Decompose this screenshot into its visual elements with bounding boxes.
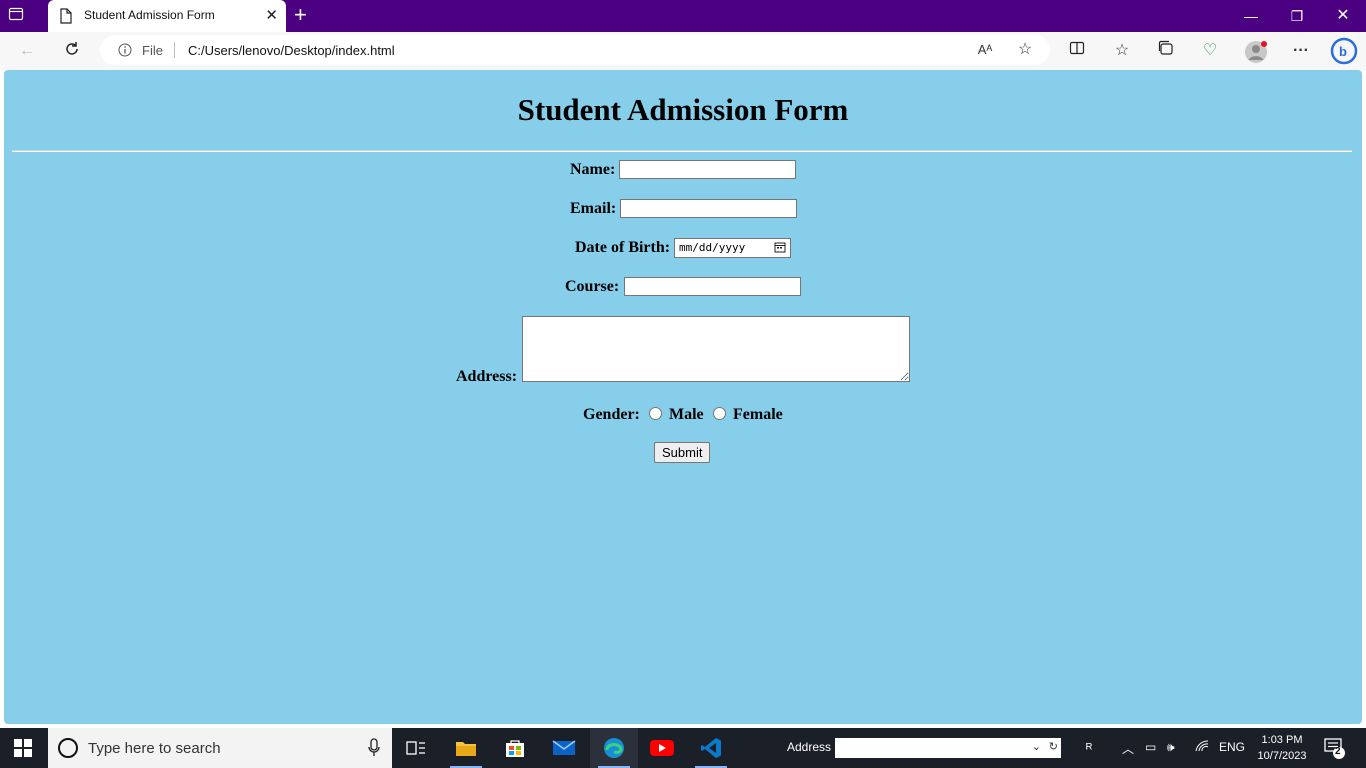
cortana-icon[interactable] <box>58 738 78 758</box>
people-icon[interactable]: ᴿ <box>1086 740 1092 756</box>
dob-placeholder: mm/dd/yyyy <box>679 241 746 254</box>
horizontal-divider <box>12 150 1352 152</box>
tab-actions-icon[interactable] <box>8 6 40 26</box>
email-input[interactable] <box>620 199 797 218</box>
clock-time: 1:03 PM <box>1261 734 1303 746</box>
email-label: Email: <box>570 200 617 217</box>
address-textarea[interactable] <box>522 316 910 382</box>
taskbar-search-placeholder: Type here to search <box>88 740 221 757</box>
info-icon[interactable] <box>118 43 132 62</box>
network-icon[interactable] <box>1195 740 1209 755</box>
windows-taskbar: Type here to search Address ⌄ ↻ ᴿ ︿ ▭ 🕪 … <box>0 728 1366 768</box>
tab-title: Student Admission Form <box>84 8 215 22</box>
minimize-icon[interactable]: — <box>1228 0 1274 32</box>
course-label: Course: <box>565 278 620 295</box>
show-hidden-icons-chevron-icon[interactable]: ︿ <box>1122 740 1134 757</box>
language-indicator[interactable]: ENG <box>1219 740 1245 754</box>
vscode-icon[interactable] <box>687 728 735 768</box>
taskbar-address-input[interactable]: ⌄ ↻ <box>835 738 1061 758</box>
page-icon <box>60 8 72 29</box>
youtube-icon[interactable] <box>638 728 686 768</box>
close-tab-icon[interactable]: ✕ <box>265 6 278 24</box>
url-text[interactable]: C:/Users/lenovo/Desktop/index.html <box>188 43 395 58</box>
mail-icon[interactable] <box>540 728 588 768</box>
notification-count-badge: 2 <box>1335 746 1341 757</box>
battery-icon[interactable]: ▭ <box>1145 740 1156 754</box>
address-refresh-icon[interactable]: ↻ <box>1049 740 1058 753</box>
back-icon[interactable]: ← <box>16 40 38 62</box>
window-close-icon[interactable]: ✕ <box>1320 0 1366 32</box>
course-input[interactable] <box>624 277 801 296</box>
page-title: Student Admission Form <box>517 92 849 127</box>
male-label: Male <box>669 406 704 423</box>
bing-copilot-icon[interactable]: b <box>1330 37 1358 65</box>
more-options-icon[interactable]: ··· <box>1290 40 1312 62</box>
notification-center-icon[interactable]: 2 <box>1324 737 1346 762</box>
microphone-icon[interactable] <box>368 738 380 763</box>
page-content: Student Admission Form Name: Email: Date… <box>4 70 1362 724</box>
favorites-icon[interactable]: ☆ <box>1111 40 1133 62</box>
name-label: Name: <box>570 161 616 178</box>
calendar-icon[interactable] <box>774 241 786 259</box>
clock-date: 10/7/2023 <box>1257 750 1307 762</box>
restore-icon[interactable]: ❐ <box>1274 0 1320 32</box>
browser-titlebar: Student Admission Form ✕ + — ❐ ✕ <box>0 0 1366 32</box>
gender-label: Gender: <box>583 406 640 423</box>
dob-input[interactable]: mm/dd/yyyy <box>674 238 791 258</box>
volume-icon[interactable]: 🕪 <box>1167 740 1175 755</box>
edge-browser-icon[interactable] <box>590 728 638 768</box>
taskbar-clock[interactable]: 1:03 PM 10/7/2023 <box>1254 732 1310 764</box>
name-input[interactable] <box>619 160 796 179</box>
browser-tab[interactable]: Student Admission Form ✕ <box>48 0 286 32</box>
address-label: Address: <box>456 368 518 385</box>
taskbar-search-box[interactable]: Type here to search <box>48 728 392 768</box>
collections-icon[interactable] <box>1155 40 1177 62</box>
read-aloud-icon[interactable]: Aᴬ <box>974 39 996 61</box>
submit-button[interactable]: Submit <box>654 442 711 463</box>
address-separator <box>174 42 175 58</box>
male-radio[interactable] <box>649 407 662 420</box>
new-tab-icon[interactable]: + <box>294 3 307 27</box>
split-screen-icon[interactable] <box>1066 40 1088 62</box>
refresh-icon[interactable] <box>61 40 83 62</box>
address-dropdown-icon[interactable]: ⌄ <box>1032 740 1041 753</box>
female-radio[interactable] <box>713 407 726 420</box>
dob-label: Date of Birth: <box>575 239 671 256</box>
file-explorer-icon[interactable] <box>442 728 490 768</box>
address-prefix: File <box>142 43 163 58</box>
windows-start-icon[interactable] <box>14 739 32 762</box>
female-label: Female <box>733 406 783 423</box>
browser-essentials-icon[interactable]: ♡ <box>1199 40 1221 62</box>
favorite-star-icon[interactable]: ☆ <box>1014 39 1036 61</box>
address-bar[interactable]: File C:/Users/lenovo/Desktop/index.html … <box>100 35 1050 65</box>
task-view-icon[interactable] <box>392 728 440 768</box>
microsoft-store-icon[interactable] <box>491 728 539 768</box>
svg-text:b: b <box>1339 44 1347 59</box>
profile-avatar[interactable] <box>1244 40 1267 63</box>
taskbar-address-label: Address <box>787 740 832 754</box>
browser-toolbar: ← File C:/Users/lenovo/Desktop/index.htm… <box>0 32 1366 70</box>
